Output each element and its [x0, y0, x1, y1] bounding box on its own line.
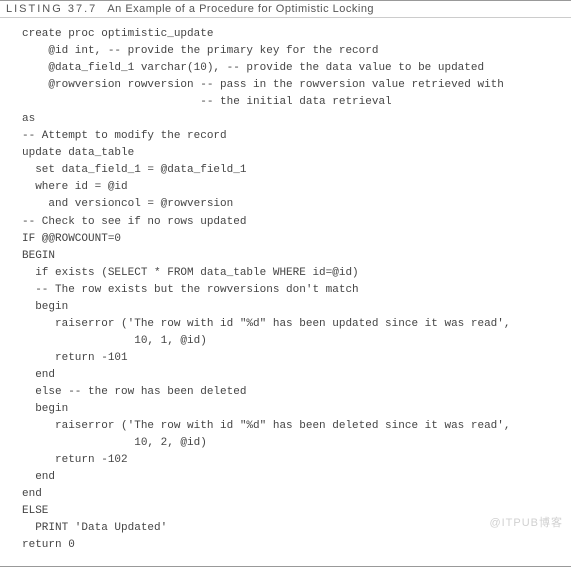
watermark: @ITPUB博客: [489, 514, 563, 530]
code-block: create proc optimistic_update @id int, -…: [0, 18, 571, 566]
listing-number: LISTING 37.7: [6, 3, 97, 15]
listing-title: An Example of a Procedure for Optimistic…: [107, 3, 374, 15]
listing-header: LISTING 37.7 An Example of a Procedure f…: [0, 0, 571, 18]
